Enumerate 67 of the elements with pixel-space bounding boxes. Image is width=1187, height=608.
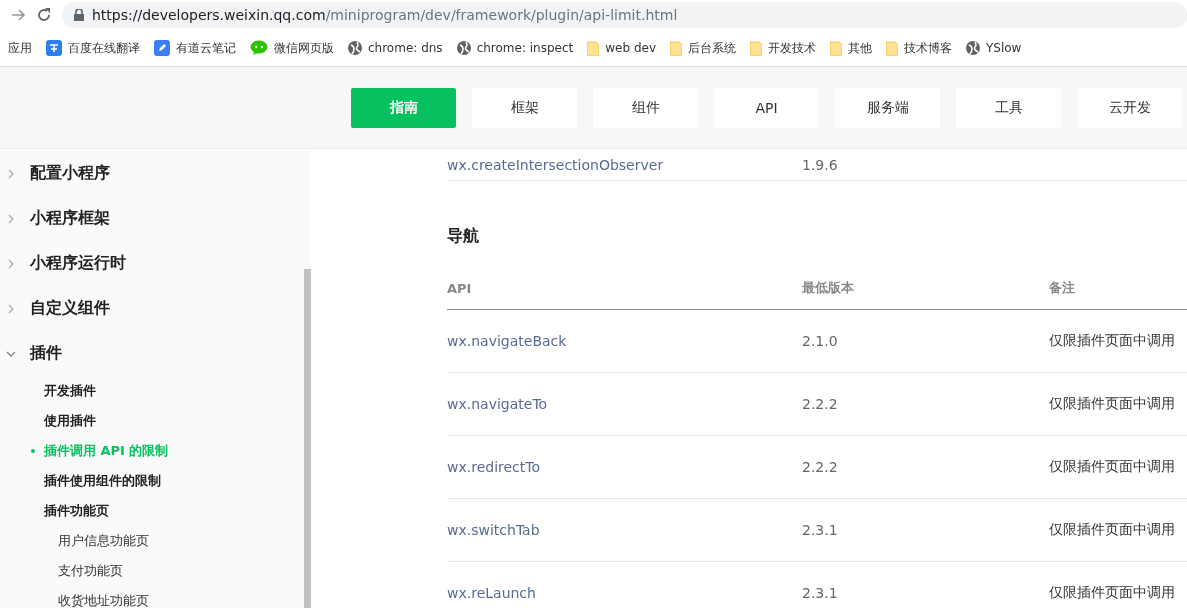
nav-tab[interactable]: 组件	[593, 87, 698, 128]
sidebar-item[interactable]: 小程序框架	[30, 208, 110, 229]
bookmark[interactable]: web dev	[605, 41, 656, 55]
nav-tab[interactable]: 服务端	[835, 87, 940, 128]
sidebar-subitem[interactable]: 收货地址功能页	[0, 586, 304, 608]
globe-icon	[456, 41, 471, 55]
bookmark[interactable]: 百度在线翻译	[68, 39, 140, 57]
bookmark[interactable]: 技术博客	[904, 39, 952, 57]
lock-icon	[74, 9, 84, 21]
sidebar-item[interactable]: 插件	[30, 343, 62, 364]
sidebar-subitem[interactable]: 插件功能页	[0, 496, 304, 526]
forward-icon[interactable]	[10, 7, 26, 23]
table-cell-text: 2.3.1	[802, 522, 839, 538]
bookmark[interactable]: YSlow	[986, 41, 1022, 55]
pen-icon	[154, 40, 170, 56]
folder-icon	[587, 40, 600, 56]
sidebar-subitem[interactable]: 使用插件	[0, 406, 304, 436]
bookmark[interactable]: 其他	[848, 39, 872, 57]
api-link[interactable]: wx.navigateTo	[447, 396, 802, 412]
api-link[interactable]: wx.createIntersectionObserver	[447, 156, 802, 173]
table-cell-text: 2.2.2	[802, 459, 839, 475]
sidebar-subitem[interactable]: 支付功能页	[0, 556, 304, 586]
bookmark[interactable]: chrome: inspect	[476, 41, 574, 55]
api-link[interactable]: wx.navigateBack	[447, 333, 802, 349]
bookmark[interactable]: 开发技术	[768, 39, 816, 57]
section-title: 导航	[447, 226, 480, 247]
sidebar-item[interactable]: 配置小程序	[30, 163, 110, 184]
column-header: API	[447, 280, 473, 296]
globe-icon	[348, 41, 362, 55]
bookmark[interactable]: 应用	[8, 39, 32, 57]
folder-icon	[886, 40, 898, 56]
folder-icon	[830, 40, 842, 56]
bookmark[interactable]: 微信网页版	[274, 39, 334, 57]
table-cell-text: 2.3.1	[802, 585, 839, 601]
reload-icon[interactable]	[36, 7, 52, 23]
globe-icon	[966, 41, 980, 55]
address-bar[interactable]: https://developers.weixin.qq.com/miniprogram/dev/framework/plugin/api-limit.html	[62, 2, 1187, 28]
column-header: 最低版本	[802, 279, 855, 297]
bookmark[interactable]: 有道云笔记	[176, 39, 236, 57]
bookmark[interactable]: 后台系统	[688, 39, 736, 57]
table-cell-text: 仅限插件页面中调用	[1049, 395, 1176, 413]
nav-tab[interactable]: 框架	[472, 87, 577, 128]
chat-icon	[250, 40, 268, 56]
translate-icon	[46, 40, 62, 56]
api-link[interactable]: wx.switchTab	[447, 522, 802, 538]
table-cell-text: 仅限插件页面中调用	[1049, 458, 1176, 476]
sidebar-item[interactable]: 自定义组件	[30, 298, 110, 319]
sidebar-item[interactable]: 小程序运行时	[30, 253, 126, 274]
table-cell-text: 2.1.0	[802, 333, 839, 349]
nav-tab[interactable]: 云开发	[1077, 87, 1182, 128]
sidebar-subitem[interactable]: 用户信息功能页	[0, 526, 304, 556]
api-link[interactable]: wx.redirectTo	[447, 459, 802, 475]
nav-tab[interactable]: API	[714, 87, 819, 128]
table-cell-text: 仅限插件页面中调用	[1049, 584, 1176, 602]
table-cell-text: 1.9.6	[802, 156, 839, 173]
column-header: 备注	[1049, 279, 1076, 297]
folder-icon	[670, 40, 682, 56]
sidebar-subitem[interactable]: 插件使用组件的限制	[0, 466, 304, 496]
api-link[interactable]: wx.reLaunch	[447, 585, 802, 601]
sidebar-subitem[interactable]: 开发插件	[0, 376, 304, 406]
table-cell-text: 2.2.2	[802, 396, 839, 412]
bookmark[interactable]: chrome: dns	[368, 41, 443, 55]
folder-icon	[750, 40, 762, 56]
table-cell-text: 仅限插件页面中调用	[1049, 332, 1176, 350]
nav-tab[interactable]: 工具	[956, 87, 1061, 128]
scrollbar-thumb[interactable]	[304, 269, 311, 608]
table-cell-text: 仅限插件页面中调用	[1049, 521, 1176, 539]
